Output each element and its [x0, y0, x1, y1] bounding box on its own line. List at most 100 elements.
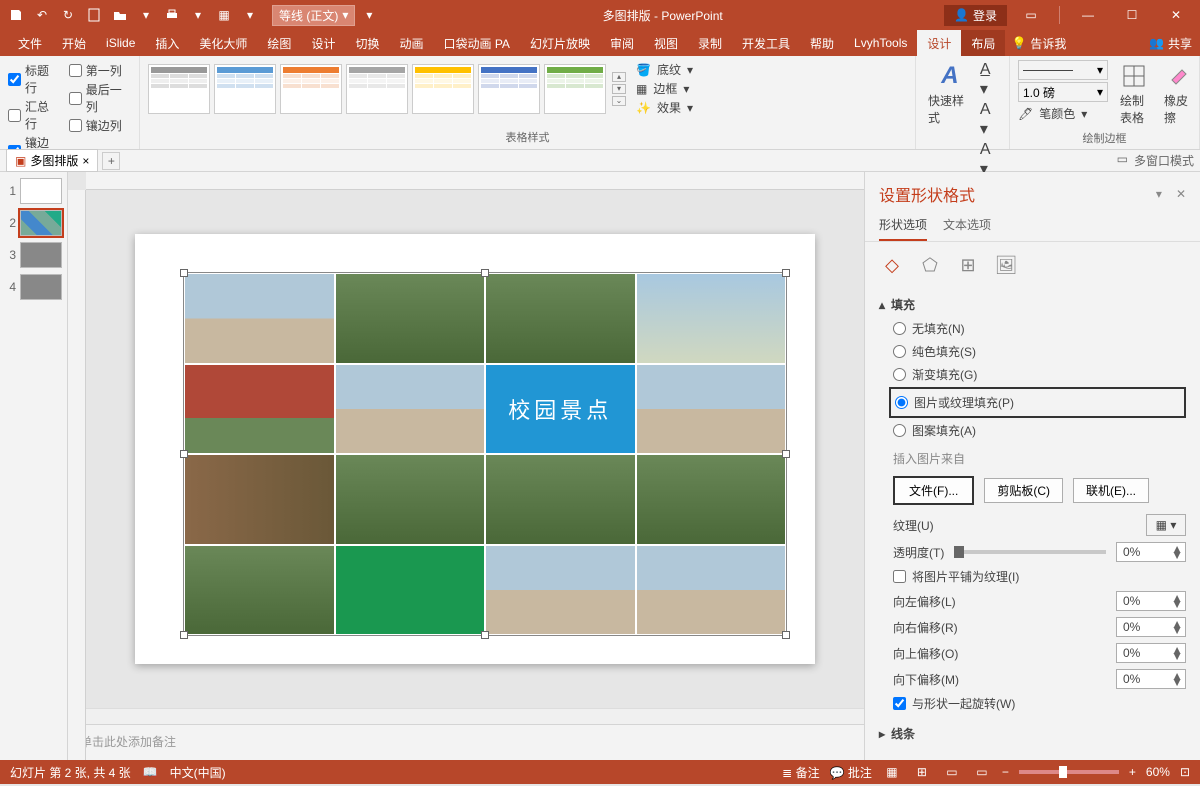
tab-draw[interactable]: 绘图: [257, 30, 301, 56]
font-selector[interactable]: 等线 (正文)▾: [272, 5, 355, 26]
minimize-icon[interactable]: ―: [1068, 1, 1108, 29]
chk-total-row[interactable]: 汇总行: [8, 98, 59, 132]
pen-weight[interactable]: 1.0 磅▾: [1018, 82, 1108, 102]
offset-bottom-input[interactable]: 0%▲▼: [1116, 669, 1186, 689]
tab-animation[interactable]: 动画: [389, 30, 433, 56]
tab-insert[interactable]: 插入: [145, 30, 189, 56]
multi-window-button[interactable]: 多窗口模式: [1134, 152, 1194, 169]
login-button[interactable]: 👤 登录: [944, 5, 1007, 26]
radio-gradient-fill[interactable]: 渐变填充(G): [879, 363, 1186, 386]
effects-icon[interactable]: ⬠: [917, 252, 943, 278]
transparency-slider[interactable]: [954, 550, 1106, 554]
canvas[interactable]: 校园景点: [68, 190, 864, 708]
offset-left-input[interactable]: 0%▲▼: [1116, 591, 1186, 611]
selected-cell[interactable]: [336, 546, 485, 635]
pane-close-icon[interactable]: ✕: [1176, 187, 1186, 201]
add-tab-button[interactable]: +: [102, 152, 120, 170]
thumb-1[interactable]: 1: [4, 178, 63, 204]
tab-slideshow[interactable]: 幻灯片放映: [520, 30, 600, 56]
zoom-level[interactable]: 60%: [1146, 765, 1170, 779]
line-section[interactable]: ▸线条: [879, 721, 1186, 746]
insert-icon[interactable]: ▦: [212, 3, 236, 27]
redo-icon[interactable]: ↻: [56, 3, 80, 27]
size-icon[interactable]: ⊞: [955, 252, 981, 278]
shading-button[interactable]: 🪣 底纹 ▾: [636, 60, 693, 79]
ribbon-options-icon[interactable]: ▭: [1011, 1, 1051, 29]
gallery-up-icon[interactable]: ▴: [612, 72, 626, 82]
draw-table-button[interactable]: 绘制表格: [1116, 60, 1152, 128]
close-icon[interactable]: ✕: [1156, 1, 1196, 29]
scrollbar-h[interactable]: [68, 708, 864, 724]
quick-styles-button[interactable]: A快速样式: [924, 60, 976, 128]
tab-transition[interactable]: 切换: [345, 30, 389, 56]
slide-counter[interactable]: 幻灯片 第 2 张, 共 4 张: [10, 764, 131, 781]
tab-view[interactable]: 视图: [644, 30, 688, 56]
thumb-4[interactable]: 4: [4, 274, 63, 300]
slide[interactable]: 校园景点: [135, 234, 815, 664]
tab-beautify[interactable]: 美化大师: [189, 30, 257, 56]
tab-review[interactable]: 审阅: [600, 30, 644, 56]
image-table[interactable]: 校园景点: [185, 274, 785, 634]
pane-menu-icon[interactable]: ▾: [1156, 187, 1162, 201]
fill-line-icon[interactable]: ◇: [879, 252, 905, 278]
tab-text-options[interactable]: 文本选项: [943, 212, 991, 241]
spellcheck-icon[interactable]: 📖: [143, 765, 158, 779]
tab-design[interactable]: 设计: [301, 30, 345, 56]
slideshow-view-icon[interactable]: ▭: [972, 764, 992, 780]
text-fill-icon[interactable]: A̲ ▾: [980, 60, 1001, 100]
zoom-in-icon[interactable]: +: [1129, 765, 1136, 779]
chk-last-col[interactable]: 最后一列: [69, 81, 131, 115]
tab-help[interactable]: 帮助: [800, 30, 844, 56]
share-button[interactable]: 👥 共享: [1149, 35, 1192, 52]
clipboard-button[interactable]: 剪贴板(C): [984, 478, 1063, 503]
text-outline-icon[interactable]: A ▾: [980, 100, 1001, 140]
tab-file[interactable]: 文件: [8, 30, 52, 56]
zoom-out-icon[interactable]: −: [1002, 765, 1009, 779]
doc-tab-active[interactable]: ▣多图排版×: [6, 149, 98, 172]
sorter-view-icon[interactable]: ⊞: [912, 764, 932, 780]
undo-icon[interactable]: ↶: [30, 3, 54, 27]
radio-picture-fill[interactable]: 图片或纹理填充(P): [895, 391, 1180, 414]
radio-solid-fill[interactable]: 纯色填充(S): [879, 340, 1186, 363]
chevron-down-icon[interactable]: ▾: [238, 3, 262, 27]
zoom-slider[interactable]: [1019, 770, 1119, 774]
offset-right-input[interactable]: 0%▲▼: [1116, 617, 1186, 637]
gallery-down-icon[interactable]: ▾: [612, 84, 626, 94]
center-text-cell[interactable]: 校园景点: [486, 365, 635, 454]
close-tab-icon[interactable]: ×: [82, 154, 89, 168]
tab-home[interactable]: 开始: [52, 30, 96, 56]
tab-shape-options[interactable]: 形状选项: [879, 212, 927, 241]
language-indicator[interactable]: 中文(中国): [170, 764, 226, 781]
transparency-input[interactable]: 0%▲▼: [1116, 542, 1186, 562]
tab-table-layout[interactable]: 布局: [961, 30, 1005, 56]
notes-button[interactable]: ≣ 备注: [782, 764, 819, 781]
chk-rotate-with-shape[interactable]: 与形状一起旋转(W): [879, 692, 1186, 715]
save-icon[interactable]: [4, 3, 28, 27]
chevron-down-icon[interactable]: ▾: [186, 3, 210, 27]
chevron-down-icon[interactable]: ▾: [134, 3, 158, 27]
normal-view-icon[interactable]: ▦: [882, 764, 902, 780]
tab-record[interactable]: 录制: [688, 30, 732, 56]
reading-view-icon[interactable]: ▭: [942, 764, 962, 780]
online-button[interactable]: 联机(E)...: [1073, 478, 1149, 503]
effects-button[interactable]: ✨ 效果 ▾: [636, 98, 693, 117]
tell-me[interactable]: 💡 告诉我: [1011, 35, 1066, 52]
fill-section[interactable]: ▴填充: [879, 292, 1186, 317]
print-icon[interactable]: [160, 3, 184, 27]
tab-table-design[interactable]: 设计: [917, 30, 961, 56]
tab-lvyh[interactable]: LvyhTools: [844, 30, 917, 56]
tab-pocket[interactable]: 口袋动画 PA: [433, 30, 519, 56]
fit-window-icon[interactable]: ⊡: [1180, 765, 1190, 779]
notes-pane[interactable]: 单击此处添加备注: [68, 724, 864, 760]
window-mode-icon[interactable]: ▭: [1117, 152, 1128, 169]
radio-no-fill[interactable]: 无填充(N): [879, 317, 1186, 340]
table-style-gallery[interactable]: ▴▾⌄ 🪣 底纹 ▾ ▦ 边框 ▾ ✨ 效果 ▾: [148, 60, 907, 117]
radio-pattern-fill[interactable]: 图案填充(A): [879, 419, 1186, 442]
new-icon[interactable]: [82, 3, 106, 27]
open-icon[interactable]: [108, 3, 132, 27]
pen-color[interactable]: 🖊 笔颜色 ▾: [1018, 104, 1108, 123]
picture-icon[interactable]: 🖼: [993, 252, 1019, 278]
chk-header-row[interactable]: 标题行: [8, 62, 59, 96]
gallery-more-icon[interactable]: ⌄: [612, 96, 626, 106]
tab-dev[interactable]: 开发工具: [732, 30, 800, 56]
